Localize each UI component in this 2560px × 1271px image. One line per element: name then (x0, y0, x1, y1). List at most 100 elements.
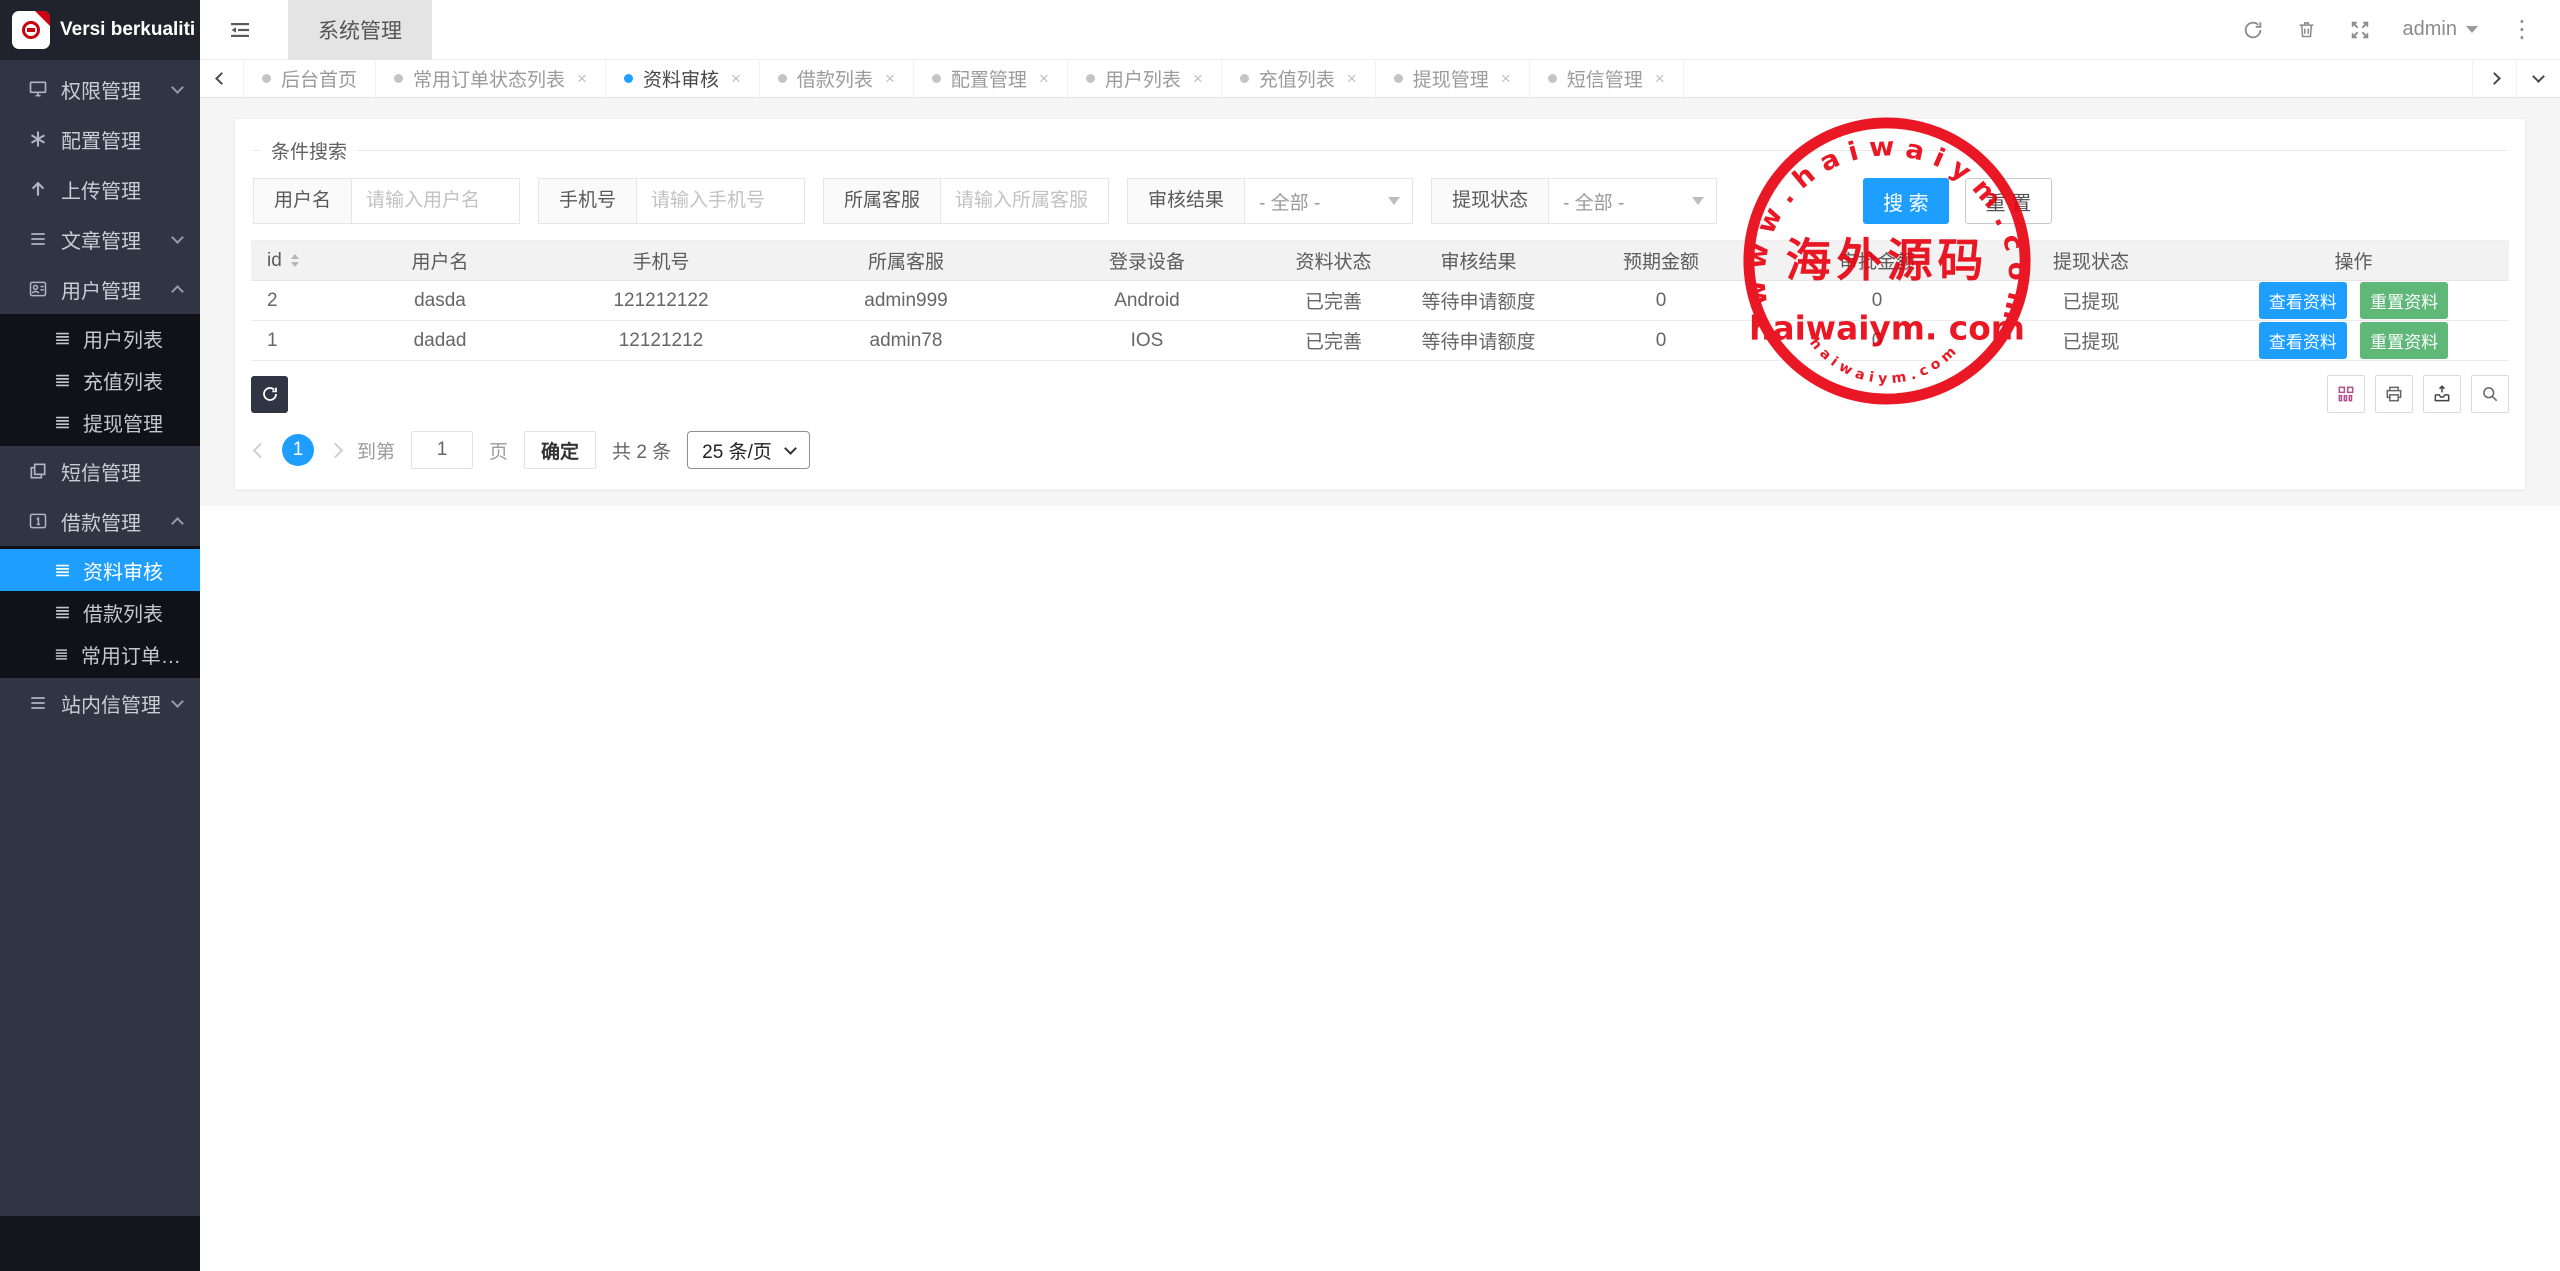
tab-user-list[interactable]: 用户列表 (1068, 60, 1222, 97)
sidebar-item-loans[interactable]: 借款管理 (0, 496, 200, 546)
sidebar-item-articles[interactable]: 文章管理 (0, 214, 200, 264)
sidebar-item-users[interactable]: 用户管理 (0, 264, 200, 314)
tab-data-audit[interactable]: 资料审核 (606, 60, 760, 97)
user-card-icon (28, 279, 48, 299)
sidebar-item-recharge-list[interactable]: 充值列表 (0, 359, 200, 401)
close-icon[interactable] (1501, 69, 1511, 89)
column-header-device: 登录设备 (1032, 241, 1262, 281)
search-button[interactable]: 搜 索 (1863, 178, 1949, 224)
reset-data-button[interactable]: 重置资料 (2360, 322, 2448, 359)
confirm-page-button[interactable]: 确定 (524, 431, 596, 469)
chevron-down-icon (1692, 197, 1704, 211)
columns-toggle-button[interactable] (2327, 375, 2365, 413)
audit-result-label: 审核结果 (1127, 178, 1245, 224)
view-data-button[interactable]: 查看资料 (2259, 322, 2347, 359)
list-icon (54, 330, 71, 347)
copy-icon (28, 461, 48, 481)
asterisk-icon (28, 129, 48, 149)
phone-input[interactable] (637, 178, 805, 224)
tab-home[interactable]: 后台首页 (244, 60, 376, 97)
close-icon[interactable] (1039, 69, 1049, 89)
withdraw-status-select[interactable]: - 全部 - (1549, 178, 1717, 224)
tabs-scroll-right[interactable] (2472, 60, 2516, 97)
content-band: 条件搜索 用户名 手机号 所属客服 (200, 98, 2560, 506)
next-page-icon[interactable] (328, 442, 344, 458)
fullscreen-icon[interactable] (2349, 19, 2371, 41)
tab-bar: 后台首页 常用订单状态列表 资料审核 借款列表 配置管理 (200, 60, 2560, 98)
close-icon[interactable] (577, 69, 587, 89)
submenu-loans: 资料审核 借款列表 常用订单状态... (0, 546, 200, 678)
close-icon[interactable] (1655, 69, 1665, 89)
trash-icon[interactable] (2296, 19, 2317, 40)
menu-fold-icon[interactable] (228, 18, 252, 42)
column-header-approved-amount: 审批金额 (1770, 241, 1984, 281)
chevron-down-icon (171, 81, 184, 94)
table-header-row: id 用户名 手机号 所属客服 登录设备 资料状态 审核结果 (251, 241, 2509, 281)
top-nav-system[interactable]: 系统管理 (288, 0, 432, 60)
reset-data-button[interactable]: 重置资料 (2360, 282, 2448, 319)
tab-recharge-list[interactable]: 充值列表 (1222, 60, 1376, 97)
printer-icon (2384, 384, 2404, 404)
field-agent: 所属客服 (823, 178, 1109, 224)
tab-dot-icon (262, 74, 271, 83)
tab-config[interactable]: 配置管理 (914, 60, 1068, 97)
data-table: id 用户名 手机号 所属客服 登录设备 资料状态 审核结果 (251, 240, 2509, 361)
bank-logo-icon (22, 21, 40, 39)
sort-icon[interactable] (291, 250, 299, 271)
close-icon[interactable] (731, 69, 741, 89)
app-logo (12, 11, 50, 49)
column-header-id[interactable]: id (251, 241, 338, 281)
table-refresh-button[interactable] (251, 376, 288, 413)
sidebar-item-sms[interactable]: 短信管理 (0, 446, 200, 496)
main-area: 系统管理 admin (200, 0, 2560, 1271)
tab-dot-icon (1240, 74, 1249, 83)
tab-order-status-list[interactable]: 常用订单状态列表 (376, 60, 606, 97)
close-icon[interactable] (1193, 69, 1203, 89)
page-unit-label: 页 (489, 437, 508, 464)
tab-withdraw-mgmt[interactable]: 提现管理 (1376, 60, 1530, 97)
refresh-icon[interactable] (2242, 19, 2264, 41)
goto-label: 到第 (357, 437, 395, 464)
audit-result-select[interactable]: - 全部 - (1245, 178, 1413, 224)
chevron-down-icon (784, 442, 797, 455)
tabs-scroll-left[interactable] (200, 60, 244, 97)
tabs-menu-dropdown[interactable] (2516, 60, 2560, 97)
sidebar-item-site-messages[interactable]: 站内信管理 (0, 678, 200, 728)
view-data-button[interactable]: 查看资料 (2259, 282, 2347, 319)
tab-sms-mgmt[interactable]: 短信管理 (1530, 60, 1684, 97)
field-phone: 手机号 (538, 178, 805, 224)
sidebar-item-config[interactable]: 配置管理 (0, 114, 200, 164)
agent-input[interactable] (941, 178, 1109, 224)
page-number-input[interactable] (411, 431, 473, 469)
user-menu[interactable]: admin (2403, 18, 2478, 41)
tab-dot-icon (1548, 74, 1557, 83)
tab-dot-icon (624, 74, 633, 83)
more-options-icon[interactable] (2510, 18, 2534, 42)
phone-label: 手机号 (538, 178, 637, 224)
sidebar-item-user-list[interactable]: 用户列表 (0, 317, 200, 359)
export-button[interactable] (2423, 375, 2461, 413)
tab-loan-list[interactable]: 借款列表 (760, 60, 914, 97)
app-title: Versi berkualiti (60, 19, 195, 41)
close-icon[interactable] (1347, 69, 1357, 89)
close-icon[interactable] (885, 69, 895, 89)
table-row: 1 dadad 12121212 admin78 IOS 已完善 等待申请额度 … (251, 321, 2509, 361)
sidebar-item-upload[interactable]: 上传管理 (0, 164, 200, 214)
search-zoom-button[interactable] (2471, 375, 2509, 413)
sidebar-item-data-audit[interactable]: 资料审核 (0, 549, 200, 591)
tab-dot-icon (394, 74, 403, 83)
current-page-button[interactable]: 1 (282, 434, 314, 466)
sidebar-item-loan-list[interactable]: 借款列表 (0, 591, 200, 633)
username-input[interactable] (352, 178, 520, 224)
prev-page-icon[interactable] (253, 442, 269, 458)
list-icon (54, 414, 71, 431)
per-page-select[interactable]: 25 条/页 (687, 431, 810, 469)
sidebar-item-permission[interactable]: 权限管理 (0, 64, 200, 114)
chevron-down-icon (171, 695, 184, 708)
print-button[interactable] (2375, 375, 2413, 413)
list-icon (54, 646, 69, 663)
chevron-up-icon (171, 517, 184, 530)
sidebar-item-order-status[interactable]: 常用订单状态... (0, 633, 200, 675)
sidebar-item-withdraw-mgmt[interactable]: 提现管理 (0, 401, 200, 443)
reset-button[interactable]: 重 置 (1965, 178, 2053, 224)
